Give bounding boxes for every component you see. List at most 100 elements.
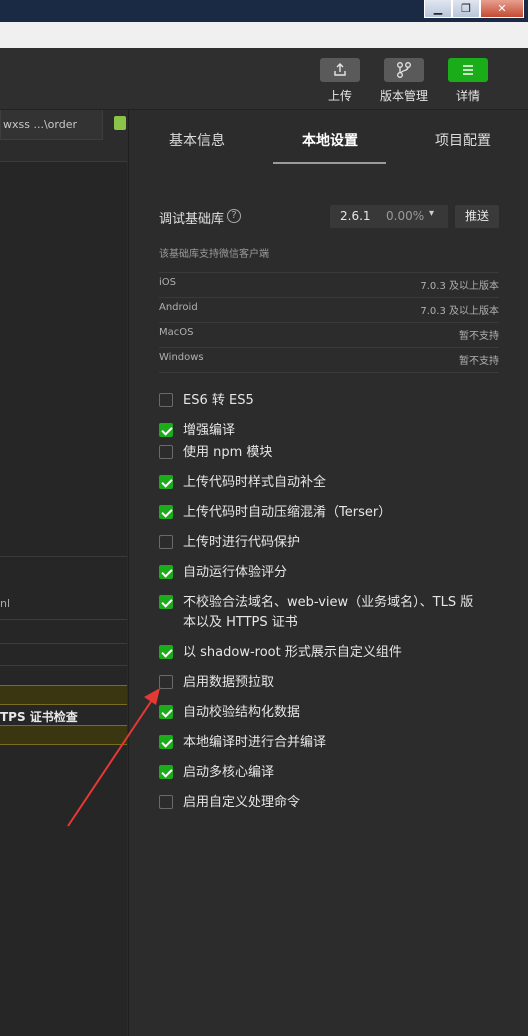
checkbox-unchecked[interactable] [159, 445, 173, 459]
maximize-button[interactable]: ❐ [452, 0, 480, 18]
base-library-row: 调试基础库 ? 2.6.1 0.00% ▾ 推送 [159, 205, 499, 229]
checkbox-unchecked[interactable] [159, 795, 173, 809]
chevron-down-icon: ▾ [429, 208, 435, 219]
base-library-label: 调试基础库 [159, 212, 225, 227]
warning-row[interactable] [0, 685, 127, 705]
library-version: 2.6.1 [340, 209, 371, 223]
version-label: 版本管理 [379, 89, 428, 103]
library-usage-percent: 0.00% [386, 209, 425, 223]
option-label: 启动多核心编译 [183, 765, 275, 780]
checkbox-checked[interactable] [159, 705, 173, 719]
checkbox-checked[interactable] [159, 735, 173, 749]
support-row: MacOS 暂不支持 [159, 322, 499, 347]
editor-tab-row: wxss ...\order [0, 110, 127, 162]
editor-tab[interactable]: wxss ...\order [0, 110, 103, 140]
checkbox-unchecked[interactable] [159, 535, 173, 549]
option-shadow-root[interactable]: 以 shadow-root 形式展示自定义组件 [159, 642, 504, 664]
upload-button[interactable] [320, 58, 360, 82]
option-label: 不校验合法域名、web-view（业务域名）、TLS 版本以及 HTTPS 证书 [183, 595, 474, 630]
checkbox-checked[interactable] [159, 765, 173, 779]
details-button[interactable] [448, 58, 488, 82]
upload-icon [334, 63, 346, 76]
branch-icon [397, 62, 411, 78]
warning-row[interactable] [0, 725, 127, 745]
option-label: 上传时进行代码保护 [183, 535, 301, 550]
panel-warning-text: TPS 证书检查 [0, 710, 78, 724]
platform-name: MacOS [159, 327, 194, 338]
option-label: 自动运行体验评分 [183, 565, 288, 580]
minimize-button[interactable]: ▁ [424, 0, 452, 18]
restore-icon: ❐ [461, 2, 471, 15]
debug-panel: nl TPS 证书检查 [0, 556, 127, 1036]
checkbox-checked[interactable] [159, 645, 173, 659]
option-es6[interactable]: ES6 转 ES5 [159, 390, 504, 412]
upload-label: 上传 [327, 89, 352, 103]
toolbar: 上传 版本管理 详情 [0, 48, 528, 110]
help-icon[interactable]: ? [227, 209, 241, 223]
editor-area: wxss ...\order nl TPS 证书检查 [0, 110, 127, 1036]
option-label: 上传代码时样式自动补全 [183, 475, 327, 490]
menu-bar [0, 22, 528, 48]
details-panel: 基本信息 本地设置 项目配置 调试基础库 ? 2.6.1 0.00% ▾ 推送 … [128, 110, 528, 1036]
panel-divider [0, 665, 127, 666]
file-icon[interactable] [114, 116, 126, 130]
platform-status: 7.0.3 及以上版本 [420, 306, 499, 317]
option-custom-command[interactable]: 启用自定义处理命令 [159, 792, 504, 814]
option-skip-domain-check[interactable]: 不校验合法域名、web-view（业务域名）、TLS 版本以及 HTTPS 证书 [159, 592, 504, 636]
option-label: 上传代码时自动压缩混淆（Terser） [183, 505, 392, 520]
platform-status: 暂不支持 [459, 356, 499, 367]
window-controls: ▁ ❐ ✕ [424, 0, 524, 18]
client-support-table: 该基础库支持微信客户端 iOS 7.0.3 及以上版本 Android 7.0.… [159, 245, 499, 373]
option-structured-data[interactable]: 自动校验结构化数据 [159, 702, 504, 724]
push-button[interactable]: 推送 [455, 205, 499, 228]
platform-status: 暂不支持 [459, 331, 499, 342]
option-npm[interactable]: 使用 npm 模块 [159, 442, 504, 464]
option-label: 以 shadow-root 形式展示自定义组件 [183, 645, 402, 660]
support-row: Android 7.0.3 及以上版本 [159, 297, 499, 322]
checkbox-checked[interactable] [159, 505, 173, 519]
platform-status: 7.0.3 及以上版本 [420, 281, 499, 292]
option-style-autocomplete[interactable]: 上传代码时样式自动补全 [159, 472, 504, 494]
option-merge-compile[interactable]: 本地编译时进行合并编译 [159, 732, 504, 754]
checkbox-checked[interactable] [159, 565, 173, 579]
tab-basic-info[interactable]: 基本信息 [169, 130, 225, 150]
option-minify[interactable]: 上传代码时自动压缩混淆（Terser） [159, 502, 504, 524]
checkbox-checked[interactable] [159, 423, 173, 437]
panel-fragment: nl [0, 597, 11, 610]
option-label: 启用数据预拉取 [183, 675, 275, 690]
option-label: ES6 转 ES5 [183, 393, 254, 408]
option-label: 使用 npm 模块 [183, 445, 273, 460]
platform-name: Windows [159, 352, 204, 363]
menu-icon [463, 65, 473, 75]
option-label: 启用自定义处理命令 [183, 795, 301, 810]
details-tabs: 基本信息 本地设置 项目配置 [129, 110, 528, 164]
checkbox-unchecked[interactable] [159, 675, 173, 689]
close-button[interactable]: ✕ [480, 0, 524, 18]
checkbox-unchecked[interactable] [159, 393, 173, 407]
option-label: 自动校验结构化数据 [183, 705, 301, 720]
tab-project-config[interactable]: 项目配置 [435, 130, 491, 150]
support-heading: 该基础库支持微信客户端 [159, 249, 269, 260]
upload-tool[interactable]: 上传 [312, 58, 368, 104]
checkbox-checked[interactable] [159, 595, 173, 609]
details-label: 详情 [455, 89, 480, 103]
version-tool[interactable]: 版本管理 [376, 58, 432, 104]
option-audit[interactable]: 自动运行体验评分 [159, 562, 504, 584]
option-label: 本地编译时进行合并编译 [183, 735, 327, 750]
details-tool[interactable]: 详情 [440, 58, 496, 104]
option-prefetch[interactable]: 启用数据预拉取 [159, 672, 504, 694]
option-code-protect[interactable]: 上传时进行代码保护 [159, 532, 504, 554]
option-enhanced-compile[interactable]: 增强编译 [159, 420, 504, 442]
option-label: 增强编译 [183, 423, 236, 438]
platform-name: Android [159, 302, 198, 313]
close-icon: ✕ [497, 2, 507, 15]
base-library-select[interactable]: 2.6.1 0.00% ▾ [330, 205, 448, 228]
code-editor[interactable] [0, 162, 127, 556]
minimize-icon: ▁ [433, 2, 443, 15]
option-multicore[interactable]: 启动多核心编译 [159, 762, 504, 784]
window-title-bar: ▁ ❐ ✕ [0, 0, 528, 22]
support-row: iOS 7.0.3 及以上版本 [159, 272, 499, 297]
tab-local-settings[interactable]: 本地设置 [302, 130, 358, 150]
checkbox-checked[interactable] [159, 475, 173, 489]
version-button[interactable] [384, 58, 424, 82]
